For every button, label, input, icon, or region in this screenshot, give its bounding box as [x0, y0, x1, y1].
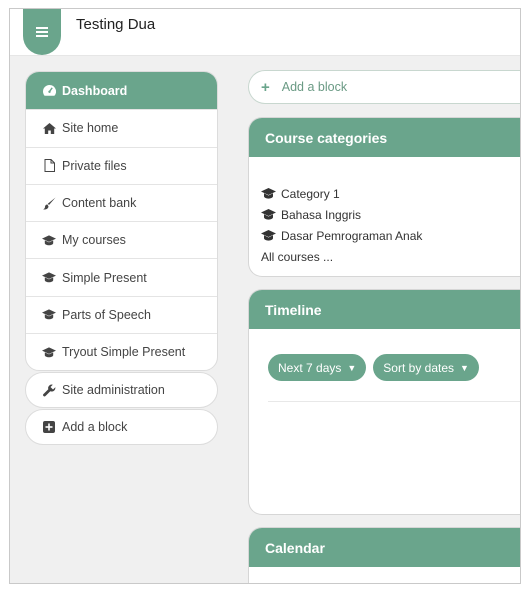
all-courses-link[interactable]: All courses ... [261, 246, 520, 268]
graduation-cap-icon [261, 187, 277, 200]
top-navbar: Testing Dua [10, 9, 520, 56]
sidebar-item-content-bank[interactable]: Content bank [26, 183, 217, 221]
course-categories-title: Course categories [249, 118, 520, 157]
timeline-sort-dropdown[interactable]: Sort by dates ▼ [373, 354, 479, 381]
category-label: Dasar Pemrograman Anak [281, 228, 423, 243]
plus-icon: + [261, 78, 270, 96]
category-item[interactable]: Category 1 [261, 183, 520, 204]
graduation-cap-icon [42, 345, 56, 359]
calendar-title: Calendar [249, 528, 520, 567]
home-icon [42, 121, 56, 135]
chevron-down-icon: ▼ [460, 362, 469, 373]
sidebar-item-label: Simple Present [62, 270, 147, 285]
course-categories-block: Course categories Category 1 Bahasa Ingg… [248, 117, 520, 277]
sidebar-item-label: Site administration [62, 383, 165, 398]
graduation-cap-icon [261, 208, 277, 221]
graduation-cap-icon [261, 229, 277, 242]
sidebar-add-block-button[interactable]: Add a block [25, 409, 218, 446]
timeline-range-label: Next 7 days [278, 360, 342, 375]
dashboard-icon [42, 84, 56, 98]
sidebar-item-label: My courses [62, 233, 126, 248]
sidebar-item-label: Add a block [62, 420, 128, 435]
app-frame: Testing Dua Dashboard Site home Private … [9, 8, 521, 584]
sidebar-item-simple-present[interactable]: Simple Present [26, 258, 217, 295]
plus-square-icon [42, 420, 56, 434]
calendar-block: Calendar [248, 527, 520, 583]
hamburger-icon [36, 27, 48, 37]
sidebar-item-tryout-simple-present[interactable]: Tryout Simple Present [26, 333, 217, 370]
category-item[interactable]: Bahasa Inggris [261, 204, 520, 225]
menu-toggle-button[interactable] [23, 9, 61, 55]
graduation-cap-icon [42, 271, 56, 285]
timeline-sort-label: Sort by dates [383, 360, 455, 375]
sidebar-item-label: Content bank [62, 196, 137, 211]
sidebar-item-site-administration[interactable]: Site administration [25, 372, 218, 409]
add-block-label: Add a block [281, 80, 348, 94]
sidebar: Dashboard Site home Private files Conten… [25, 71, 218, 446]
category-label: Category 1 [281, 186, 340, 201]
divider [268, 401, 520, 402]
graduation-cap-icon [42, 233, 56, 247]
add-block-button[interactable]: + Add a block [248, 70, 520, 104]
site-title[interactable]: Testing Dua [76, 16, 155, 33]
sidebar-item-label: Site home [62, 121, 119, 136]
graduation-cap-icon [42, 308, 56, 322]
brush-icon [42, 196, 56, 210]
file-icon [42, 159, 56, 173]
sidebar-item-my-courses[interactable]: My courses [26, 221, 217, 258]
timeline-range-dropdown[interactable]: Next 7 days ▼ [268, 354, 367, 381]
timeline-filters: Next 7 days ▼ Sort by dates ▼ [249, 329, 520, 381]
sidebar-item-private-files[interactable]: Private files [26, 146, 217, 184]
sidebar-item-dashboard[interactable]: Dashboard [26, 72, 217, 110]
wrench-icon [42, 383, 56, 397]
sidebar-item-label: Private files [62, 158, 127, 173]
category-list: Category 1 Bahasa Inggris Dasar Pemrogra… [249, 157, 520, 268]
sidebar-item-label: Dashboard [62, 83, 128, 98]
chevron-down-icon: ▼ [347, 362, 357, 373]
sidebar-nav: Dashboard Site home Private files Conten… [25, 71, 218, 372]
sidebar-item-label: Tryout Simple Present [62, 345, 186, 360]
timeline-title: Timeline [249, 290, 520, 329]
category-item[interactable]: Dasar Pemrograman Anak [261, 225, 520, 246]
sidebar-item-site-home[interactable]: Site home [26, 109, 217, 146]
sidebar-item-label: Parts of Speech [62, 307, 151, 322]
category-label: Bahasa Inggris [281, 207, 362, 222]
sidebar-item-parts-of-speech[interactable]: Parts of Speech [26, 295, 217, 333]
timeline-block: Timeline Next 7 days ▼ Sort by dates ▼ [248, 289, 520, 515]
